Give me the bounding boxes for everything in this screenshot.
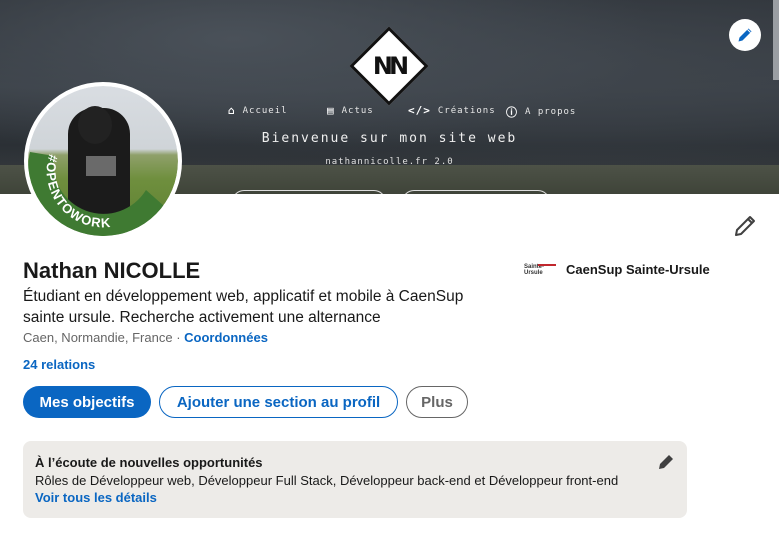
see-all-details-link[interactable]: Voir tous les détails xyxy=(35,490,157,505)
open-to-work-card: À l’écoute de nouvelles opportunités Rôl… xyxy=(23,441,687,518)
profile-headline: Étudiant en développement web, applicati… xyxy=(23,288,464,326)
location-separator: · xyxy=(172,330,185,345)
banner-nav-creations: </> Créations xyxy=(408,104,496,117)
banner-nav-label: Accueil xyxy=(242,105,288,116)
edit-profile-intro-button[interactable] xyxy=(731,212,759,240)
profile-location-row: Caen, Normandie, France · Coordonnées xyxy=(23,330,268,345)
home-icon: ⌂ xyxy=(228,104,236,117)
info-icon: ⓘ xyxy=(506,106,518,119)
pencil-icon xyxy=(659,455,673,469)
banner-pill-right xyxy=(402,190,550,194)
open-to-work-frame: #OPENTOWORK xyxy=(28,152,164,236)
banner-nav-actus: ▤ Actus xyxy=(327,104,374,117)
connections-link[interactable]: 24 relations xyxy=(23,357,95,372)
banner-nav-accueil: ⌂ Accueil xyxy=(228,104,288,117)
open-to-button[interactable]: Mes objectifs xyxy=(23,386,151,418)
banner-nav-label: Créations xyxy=(437,105,496,116)
contact-info-link[interactable]: Coordonnées xyxy=(184,330,268,345)
pencil-icon xyxy=(738,28,752,42)
edit-banner-button[interactable] xyxy=(729,19,761,51)
profile-name: Nathan NICOLLE xyxy=(23,258,201,283)
banner-pill-left xyxy=(232,190,386,194)
edit-open-to-work-button[interactable] xyxy=(657,453,675,471)
code-icon: </> xyxy=(408,104,431,117)
add-profile-section-button[interactable]: Ajouter une section au profil xyxy=(159,386,398,418)
education-entry[interactable]: Sainte-Ursule CaenSup Sainte-Ursule xyxy=(524,262,710,277)
profile-location: Caen, Normandie, France xyxy=(23,330,173,345)
profile-avatar[interactable]: #OPENTOWORK xyxy=(24,82,182,240)
open-to-work-title: À l’écoute de nouvelles opportunités xyxy=(35,455,263,470)
banner-nav-apropos: ⓘ A propos xyxy=(506,104,576,120)
more-button[interactable]: Plus xyxy=(406,386,468,418)
pencil-icon xyxy=(735,216,755,236)
open-to-work-roles: Rôles de Développeur web, Développeur Fu… xyxy=(35,473,619,488)
school-name: CaenSup Sainte-Ursule xyxy=(566,262,710,277)
site-logo: NN xyxy=(372,52,409,80)
school-logo: Sainte-Ursule xyxy=(524,263,558,277)
newspaper-icon: ▤ xyxy=(327,104,335,117)
banner-nav-label: A propos xyxy=(525,107,577,117)
banner-scrollbar xyxy=(773,0,779,80)
banner-nav-label: Actus xyxy=(341,105,374,116)
